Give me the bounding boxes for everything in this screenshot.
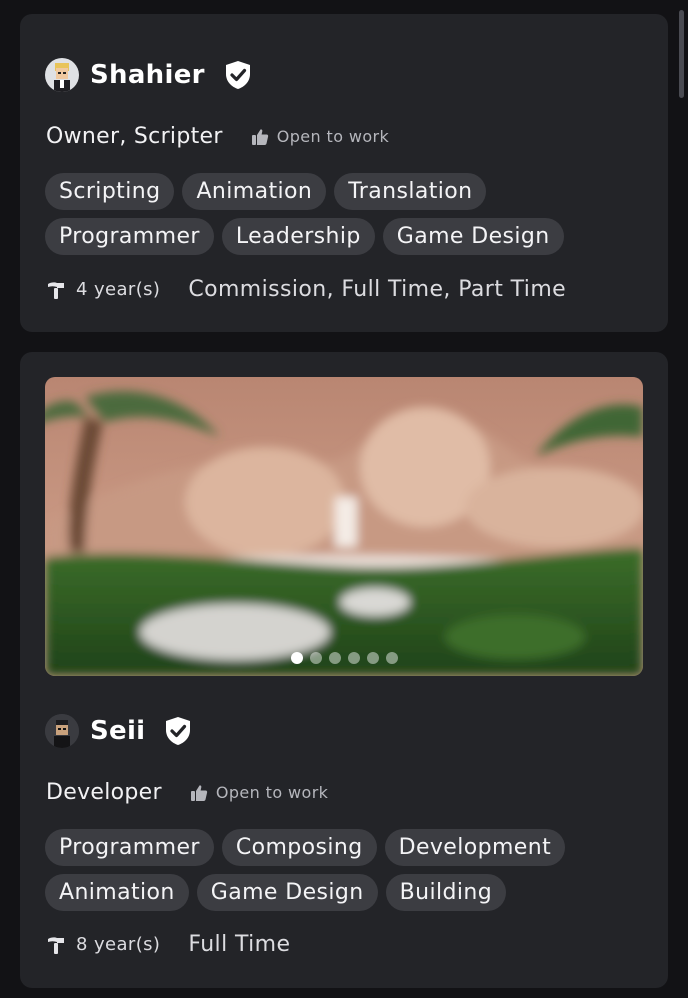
username[interactable]: Shahier bbox=[90, 60, 205, 90]
listing-card[interactable]: Shahier Owner, Scripter Open to work Scr… bbox=[20, 14, 668, 332]
portfolio-gallery[interactable] bbox=[45, 377, 643, 676]
open-to-work-status: Open to work bbox=[251, 127, 390, 146]
skill-tag[interactable]: Development bbox=[384, 829, 566, 866]
employment-types: Commission, Full Time, Part Time bbox=[188, 277, 567, 302]
skill-tags: Scripting Animation Translation Programm… bbox=[45, 173, 645, 255]
gallery-dot[interactable] bbox=[290, 652, 303, 664]
skill-tag[interactable]: Translation bbox=[334, 173, 487, 210]
skill-tag[interactable]: Game Design bbox=[196, 874, 378, 911]
scrollbar[interactable] bbox=[679, 10, 684, 98]
employment-types: Full Time bbox=[188, 932, 291, 957]
skill-tags: Programmer Composing Development Animati… bbox=[45, 829, 645, 911]
hammer-icon bbox=[48, 281, 64, 299]
gallery-dot[interactable] bbox=[385, 652, 398, 664]
skill-tag[interactable]: Programmer bbox=[45, 829, 214, 866]
skill-tag[interactable]: Animation bbox=[182, 173, 327, 210]
experience-row: 8 year(s) Full Time bbox=[46, 932, 290, 957]
status-label: Open to work bbox=[276, 127, 390, 146]
listing-feed: Shahier Owner, Scripter Open to work Scr… bbox=[0, 0, 688, 998]
thumbs-up-icon bbox=[190, 784, 208, 801]
gallery-dot[interactable] bbox=[347, 652, 360, 664]
profile-header: Shahier bbox=[45, 58, 253, 92]
role-row: Owner, Scripter Open to work bbox=[46, 124, 389, 149]
avatar-image bbox=[45, 58, 79, 92]
username[interactable]: Seii bbox=[90, 716, 145, 746]
role-title: Owner, Scripter bbox=[46, 124, 223, 149]
experience-row: 4 year(s) Commission, Full Time, Part Ti… bbox=[46, 277, 566, 302]
shield-check-icon bbox=[165, 716, 193, 746]
skill-tag[interactable]: Game Design bbox=[382, 218, 564, 255]
gallery-dot[interactable] bbox=[366, 652, 379, 664]
portfolio-image bbox=[45, 377, 643, 676]
gallery-dot[interactable] bbox=[328, 652, 341, 664]
avatar[interactable] bbox=[45, 58, 79, 92]
experience-years: 4 year(s) bbox=[76, 279, 161, 300]
experience-years: 8 year(s) bbox=[76, 934, 161, 955]
skill-tag[interactable]: Programmer bbox=[45, 218, 214, 255]
profile-header: Seii bbox=[45, 714, 193, 748]
skill-tag[interactable]: Leadership bbox=[221, 218, 375, 255]
skill-tag[interactable]: Scripting bbox=[45, 173, 175, 210]
hammer-icon bbox=[48, 936, 64, 954]
thumbs-up-icon bbox=[251, 128, 268, 145]
role-row: Developer Open to work bbox=[46, 780, 328, 805]
gallery-dot[interactable] bbox=[309, 652, 322, 664]
listing-card[interactable]: Seii Developer Open to work Programmer C… bbox=[20, 352, 668, 988]
gallery-pagination bbox=[45, 652, 643, 664]
open-to-work-status: Open to work bbox=[190, 783, 329, 802]
skill-tag[interactable]: Animation bbox=[45, 874, 189, 911]
skill-tag[interactable]: Composing bbox=[221, 829, 377, 866]
avatar[interactable] bbox=[45, 714, 79, 748]
skill-tag[interactable]: Building bbox=[385, 874, 507, 911]
status-label: Open to work bbox=[215, 783, 329, 802]
role-title: Developer bbox=[46, 780, 162, 805]
shield-check-icon bbox=[225, 60, 253, 90]
avatar-image bbox=[45, 714, 79, 748]
